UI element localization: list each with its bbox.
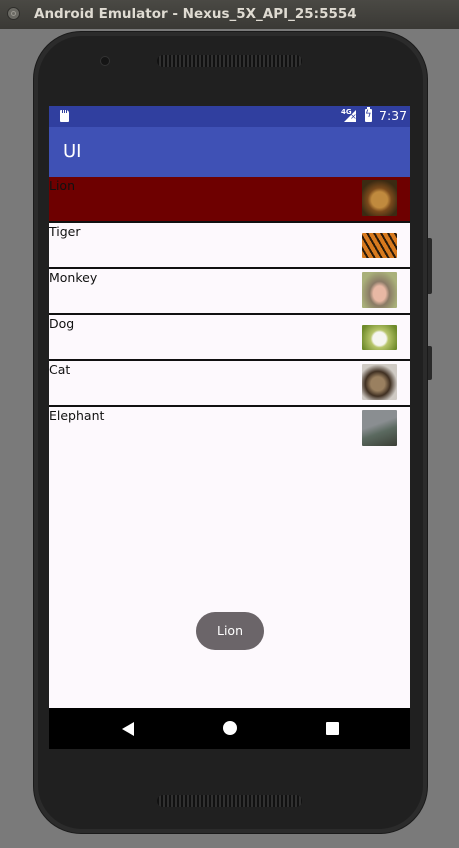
front-camera-icon: [100, 56, 110, 66]
list-item-cat[interactable]: Cat: [49, 361, 410, 407]
power-button[interactable]: [428, 346, 432, 380]
list-item-lion[interactable]: Lion: [49, 177, 410, 223]
app-title: UI: [63, 141, 82, 162]
list-item-label: Dog: [49, 316, 75, 331]
list-item-label: Monkey: [49, 270, 98, 285]
list-item-label: Cat: [49, 362, 71, 377]
monkey-image: [362, 272, 397, 308]
recents-icon[interactable]: [326, 722, 339, 735]
animal-list[interactable]: Lion Tiger Monkey Dog Cat Elephant: [49, 177, 410, 451]
list-item-elephant[interactable]: Elephant: [49, 407, 410, 451]
list-item-tiger[interactable]: Tiger: [49, 223, 410, 269]
navigation-bar: [49, 708, 410, 749]
list-item-label: Tiger: [49, 224, 81, 239]
status-clock: 7:37: [379, 108, 408, 123]
cat-image: [362, 364, 397, 400]
emulator-title-bar: Android Emulator - Nexus_5X_API_25:5554: [0, 0, 459, 29]
lion-image: [362, 180, 397, 216]
list-item-label: Elephant: [49, 408, 105, 423]
volume-button[interactable]: [428, 238, 432, 294]
tiger-image: [362, 233, 397, 258]
signal-icon: [344, 110, 357, 122]
list-item-dog[interactable]: Dog: [49, 315, 410, 361]
battery-charging-icon: [365, 107, 372, 122]
sd-card-icon: [60, 110, 69, 122]
list-item-label: Lion: [49, 178, 76, 193]
list-item-monkey[interactable]: Monkey: [49, 269, 410, 315]
app-bar: UI: [49, 127, 410, 177]
dog-image: [362, 325, 397, 350]
home-icon[interactable]: [223, 721, 237, 735]
back-icon[interactable]: [122, 722, 134, 736]
elephant-image: [362, 410, 397, 446]
status-bar: 4G 7:37: [49, 106, 410, 127]
bottom-speaker: [157, 795, 302, 807]
window-title: Android Emulator - Nexus_5X_API_25:5554: [34, 6, 357, 22]
earpiece-speaker: [157, 55, 302, 67]
window-close-icon[interactable]: [7, 7, 20, 20]
toast-message: Lion: [196, 612, 264, 650]
device-screen: 4G 7:37 UI Lion Tiger Monkey Dog Cat Ele…: [49, 106, 410, 749]
